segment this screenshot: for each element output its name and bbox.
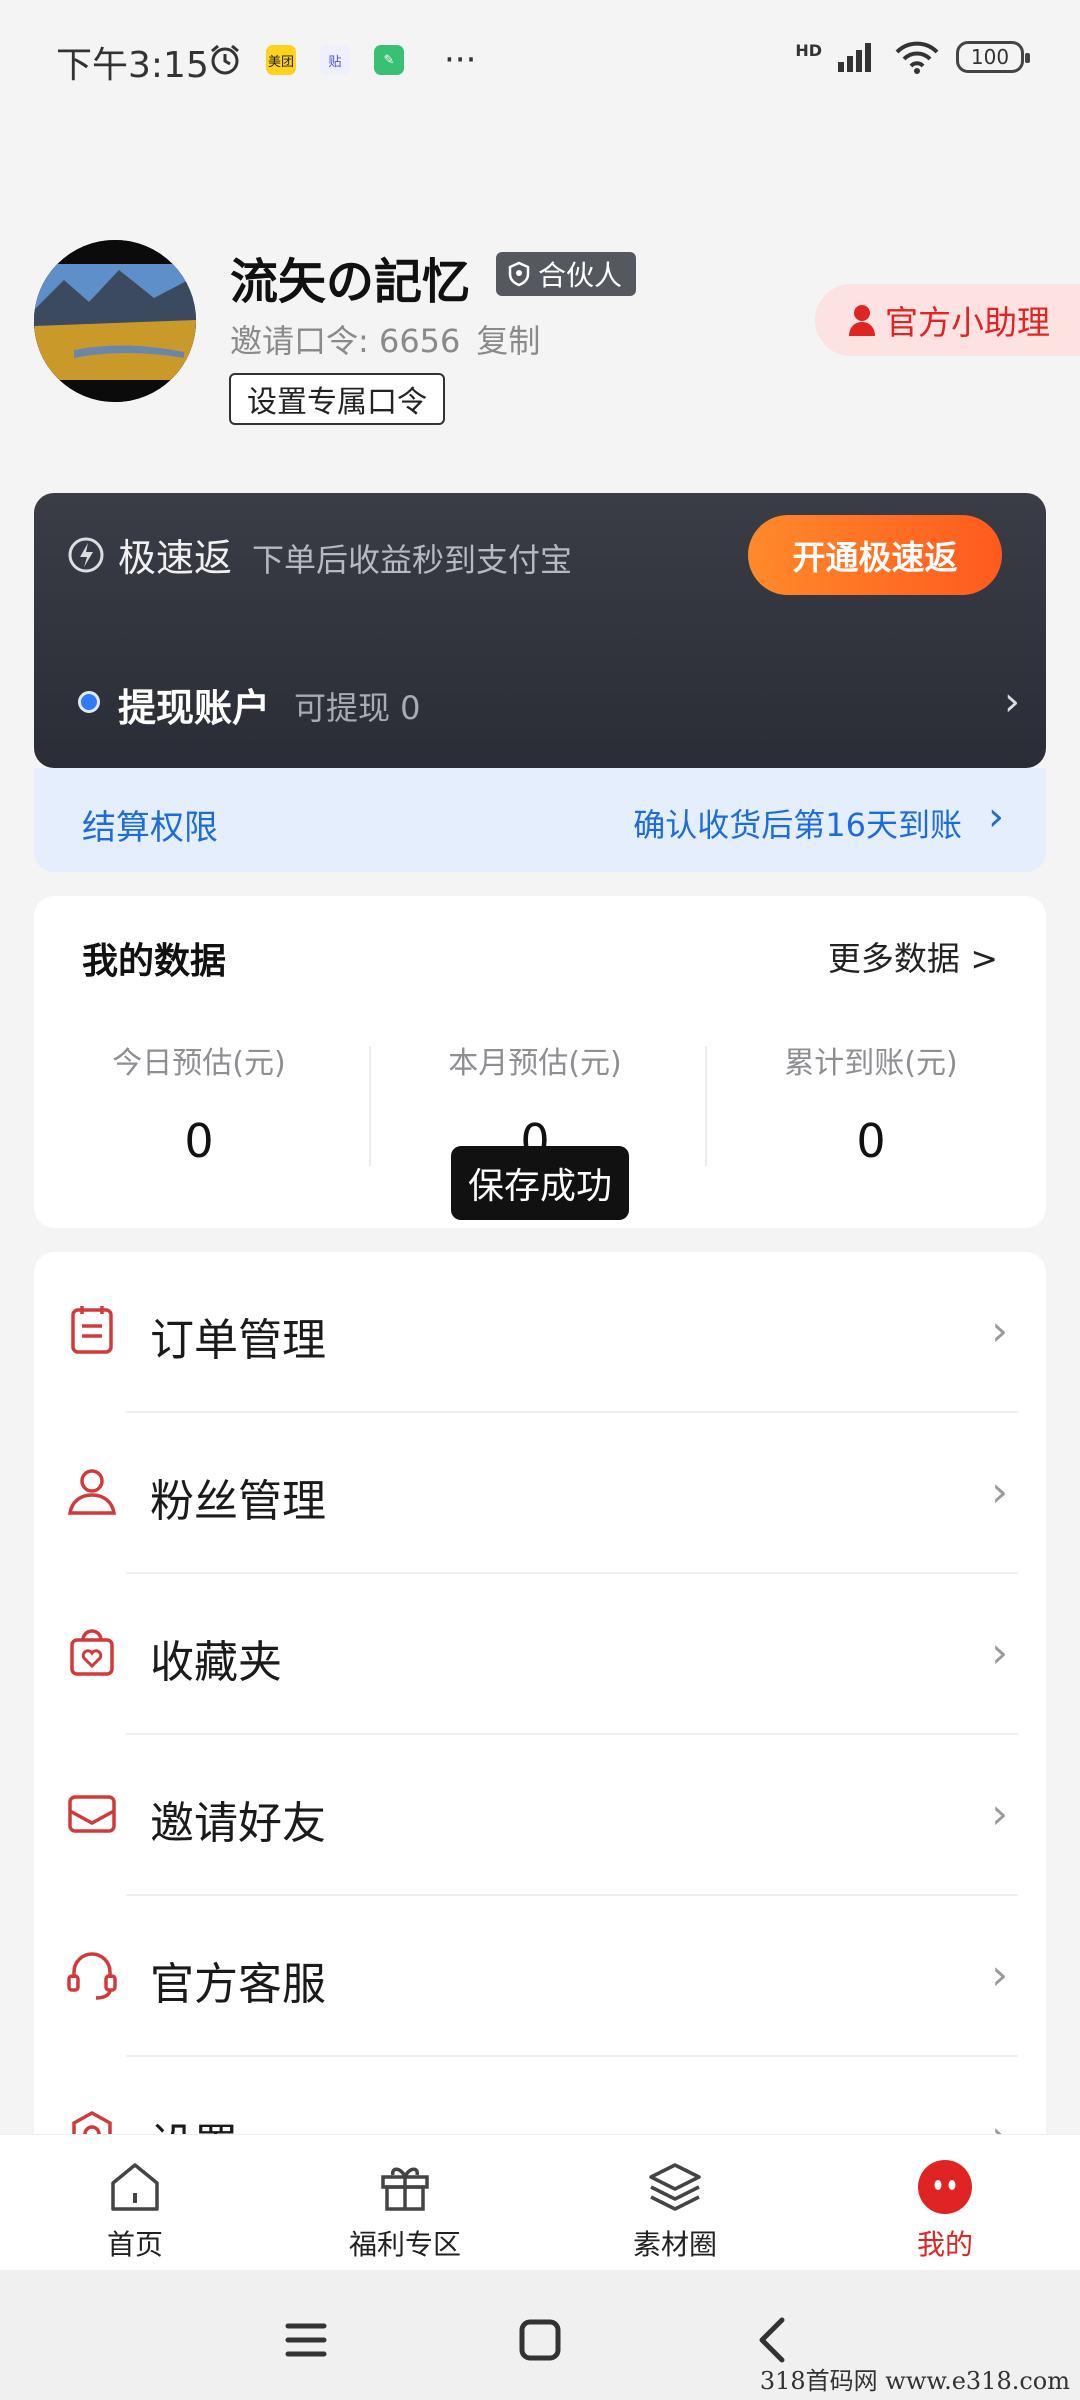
settlement-label: 结算权限	[82, 808, 218, 848]
withdraw-account-title[interactable]: 提现账户	[118, 677, 270, 732]
bag-heart-icon	[70, 1629, 114, 1676]
sticker-app-icon: 贴	[320, 45, 350, 75]
avatar[interactable]	[34, 240, 196, 402]
stat-value: 0	[184, 1114, 214, 1168]
rebate-card: 极速返 下单后收益秒到支付宝 开通极速返 提现账户 可提现 0 ›	[34, 493, 1046, 768]
alarm-icon	[211, 44, 239, 75]
chevron-right-icon: ›	[988, 794, 1004, 840]
user-icon	[67, 1469, 117, 1515]
chevron-right-icon: ›	[991, 1628, 1008, 1677]
status-time: 下午3:15	[56, 45, 209, 86]
tab-label: 素材圈	[632, 2228, 717, 2261]
signal-icon	[838, 43, 871, 72]
withdraw-available: 可提现 0	[294, 689, 421, 727]
stat-label: 本月预估(元)	[448, 1046, 622, 1081]
tab-label: 首页	[106, 2228, 163, 2261]
settlement-bar[interactable]: 结算权限 确认收货后第16天到账 ›	[34, 768, 1046, 872]
headset-icon	[67, 1952, 117, 2000]
chevron-right-icon[interactable]: ›	[1004, 679, 1020, 725]
menu-item-orders[interactable]: 订单管理 ›	[34, 1252, 1046, 1413]
fast-rebate-label: 极速返	[118, 536, 233, 580]
home-icon	[111, 2163, 159, 2211]
tool-app-icon: ✎	[374, 45, 404, 75]
toast-message: 保存成功	[451, 1146, 629, 1220]
mail-icon	[68, 1795, 116, 1833]
home-square-icon[interactable]	[510, 2310, 570, 2370]
chevron-right-icon: ›	[991, 1467, 1008, 1516]
menu-icon[interactable]	[276, 2310, 336, 2370]
invite-code: 邀请口令: 6656 复制	[230, 316, 540, 362]
user-nickname: 流矢の記忆	[230, 254, 471, 310]
official-helper-button[interactable]: 官方小助理	[815, 284, 1080, 356]
tab-label: 福利专区	[348, 2228, 461, 2261]
partner-badge-label: 合伙人	[538, 259, 623, 292]
gift-icon	[381, 2167, 429, 2211]
status-bar: 下午3:15 美团 贴 ✎ ··· HD 100	[0, 0, 1080, 120]
bottom-tab-bar: 首页 福利专区 素材圈 我的	[0, 2134, 1080, 2270]
tab-materials[interactable]: 素材圈	[540, 2135, 810, 2271]
tab-label: 我的	[916, 2228, 973, 2261]
partner-badge: 合伙人	[496, 252, 637, 296]
status-right-icons: HD 100	[795, 40, 1030, 74]
stat-label: 累计到账(元)	[784, 1046, 958, 1081]
lightning-icon	[68, 537, 104, 572]
menu-label: 官方客服	[150, 1959, 326, 2010]
menu-label: 粉丝管理	[150, 1476, 326, 1527]
invite-code-text: 邀请口令: 6656	[230, 322, 461, 360]
copy-invite-button[interactable]: 复制	[476, 322, 540, 360]
tab-welfare[interactable]: 福利专区	[270, 2135, 540, 2271]
fast-rebate-title: 极速返	[66, 527, 232, 582]
person-icon	[849, 305, 875, 336]
settlement-info: 确认收货后第16天到账	[633, 806, 962, 844]
shield-icon	[508, 261, 530, 287]
account-dot-icon	[78, 691, 100, 713]
set-code-button[interactable]: 设置专属口令	[229, 373, 445, 425]
menu-label: 收藏夹	[150, 1637, 282, 1688]
my-data-title: 我的数据	[82, 941, 227, 982]
tab-home[interactable]: 首页	[0, 2135, 270, 2271]
watermark-text: 318首码网 www.e318.com	[759, 2367, 1070, 2395]
status-notification-icons: 美团 贴 ✎ ···	[208, 40, 476, 80]
system-nav-bar: 318首码网 www.e318.com	[0, 2270, 1080, 2400]
mascot-icon	[918, 2160, 972, 2214]
stat-total[interactable]: 累计到账(元) 0	[706, 1038, 1036, 1168]
menu-item-support[interactable]: 官方客服 ›	[34, 1896, 1046, 2057]
stat-value: 0	[856, 1114, 886, 1168]
stat-today[interactable]: 今日预估(元) 0	[34, 1038, 364, 1168]
official-helper-label: 官方小助理	[885, 303, 1050, 342]
layers-icon	[649, 2163, 701, 2211]
menu-item-invite[interactable]: 邀请好友 ›	[34, 1735, 1046, 1896]
chevron-right-icon: ›	[991, 1950, 1008, 1999]
wifi-icon	[895, 41, 939, 74]
menu-list: 订单管理 › 粉丝管理 › 收藏夹 › 邀请好友 › 官方客服 › 设置 ›	[34, 1252, 1046, 2252]
battery-indicator: 100	[956, 41, 1030, 73]
avatar-image	[34, 240, 196, 402]
chevron-right-icon: ›	[991, 1306, 1008, 1355]
fast-rebate-description: 下单后收益秒到支付宝	[252, 541, 573, 579]
chevron-right-icon: ›	[991, 1789, 1008, 1838]
menu-label: 订单管理	[150, 1315, 326, 1366]
enable-fast-rebate-button[interactable]: 开通极速返	[748, 515, 1002, 595]
more-data-link[interactable]: 更多数据 >	[828, 932, 998, 980]
order-icon	[71, 1306, 113, 1354]
menu-item-fans[interactable]: 粉丝管理 ›	[34, 1413, 1046, 1574]
menu-label: 邀请好友	[150, 1798, 326, 1849]
network-type-label: HD	[795, 40, 822, 60]
stat-label: 今日预估(元)	[112, 1046, 286, 1081]
more-dots-icon: ···	[444, 40, 477, 80]
tab-mine[interactable]: 我的	[810, 2135, 1080, 2271]
meituan-icon: 美团	[266, 45, 296, 75]
menu-item-favorites[interactable]: 收藏夹 ›	[34, 1574, 1046, 1735]
